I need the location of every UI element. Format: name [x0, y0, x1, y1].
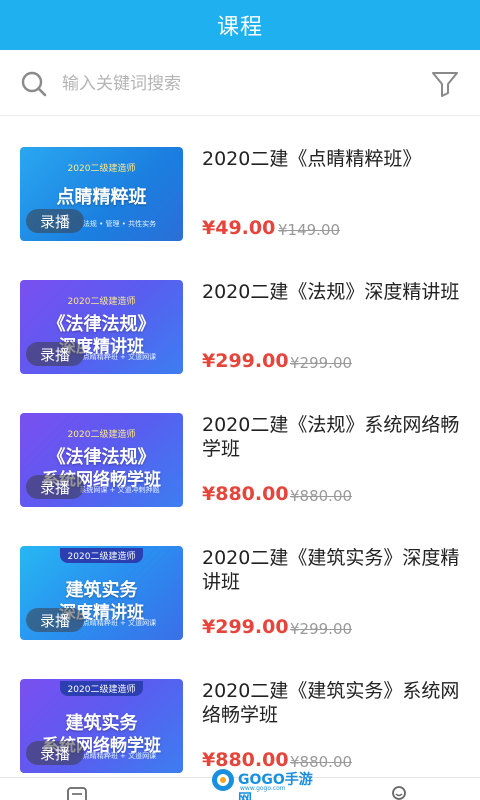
list-icon[interactable] [66, 786, 88, 800]
course-item[interactable]: 2020二级建造师 建筑实务 系统网络畅学班 点睛精粹班 + 文道网课 录播 2… [0, 649, 480, 777]
search-icon[interactable] [20, 70, 48, 98]
course-price: ¥299.00 [202, 616, 289, 638]
course-title[interactable]: 2020二建《点睛精粹班》 [202, 147, 460, 171]
course-price: ¥880.00 [202, 483, 289, 505]
thumbnail-subtitle: 2020二级建造师 [60, 681, 143, 696]
original-price: ¥299.00 [290, 354, 353, 372]
course-thumbnail[interactable]: 2020二级建造师 点睛精粹班 法规 • 管理 • 共性实务 录播 [20, 147, 183, 241]
original-price: ¥149.00 [278, 221, 341, 239]
thumbnail-subtitle: 2020二级建造师 [67, 164, 136, 174]
course-thumbnail[interactable]: 2020二级建造师 建筑实务 深度精讲班 点睛精粹班 + 文道网课 录播 [20, 546, 183, 640]
watermark-icon [212, 769, 234, 791]
thumbnail-subtitle: 2020二级建造师 [67, 430, 136, 440]
course-thumbnail[interactable]: 2020二级建造师 建筑实务 系统网络畅学班 点睛精粹班 + 文道网课 录播 [20, 679, 183, 773]
filter-icon[interactable] [430, 68, 460, 98]
course-thumbnail[interactable]: 2020二级建造师 《法律法规》 深度精讲班 点睛精粹班 + 文道网课 录播 [20, 280, 183, 374]
recorded-badge: 录播 [26, 209, 84, 233]
course-item[interactable]: 2020二级建造师 建筑实务 深度精讲班 点睛精粹班 + 文道网课 录播 202… [0, 516, 480, 649]
search-input[interactable] [62, 70, 402, 98]
course-title[interactable]: 2020二建《法规》系统网络畅学班 [202, 413, 460, 461]
original-price: ¥299.00 [290, 620, 353, 638]
course-title[interactable]: 2020二建《建筑实务》深度精讲班 [202, 546, 460, 594]
thumbnail-subtitle: 2020二级建造师 [60, 548, 143, 563]
thumbnail-subtitle: 2020二级建造师 [67, 297, 136, 307]
header-bar: 课程 [0, 0, 480, 50]
course-item[interactable]: 2020二级建造师 《法律法规》 深度精讲班 点睛精粹班 + 文道网课 录播 2… [0, 250, 480, 383]
course-list: 2020二级建造师 点睛精粹班 法规 • 管理 • 共性实务 录播 2020二建… [0, 117, 480, 777]
page-title: 课程 [216, 15, 263, 40]
course-title[interactable]: 2020二建《建筑实务》系统网络畅学班 [202, 679, 460, 727]
course-price: ¥299.00 [202, 350, 289, 372]
thumbnail-heading: 点睛精粹班 [56, 187, 147, 208]
original-price: ¥880.00 [290, 487, 353, 505]
watermark-subtext: www.gogo.com [240, 785, 286, 792]
recorded-badge: 录播 [26, 741, 84, 765]
search-bar [0, 50, 480, 116]
course-price: ¥49.00 [202, 217, 276, 239]
course-item[interactable]: 2020二级建造师 点睛精粹班 法规 • 管理 • 共性实务 录播 2020二建… [0, 117, 480, 250]
app: 课程 2020二级建造师 点睛精粹班 法规 • 管理 • 共性实务 录播 202… [0, 0, 480, 800]
course-title[interactable]: 2020二建《法规》深度精讲班 [202, 280, 460, 304]
watermark-logo: GOGO手游网 www.gogo.com [210, 765, 322, 800]
user-icon[interactable] [388, 784, 410, 800]
course-thumbnail[interactable]: 2020二级建造师 《法律法规》 系统网络畅学班 系统网课 + 文道冲刺押题 录… [20, 413, 183, 507]
recorded-badge: 录播 [26, 475, 84, 499]
recorded-badge: 录播 [26, 342, 84, 366]
recorded-badge: 录播 [26, 608, 84, 632]
course-item[interactable]: 2020二级建造师 《法律法规》 系统网络畅学班 系统网课 + 文道冲刺押题 录… [0, 383, 480, 516]
